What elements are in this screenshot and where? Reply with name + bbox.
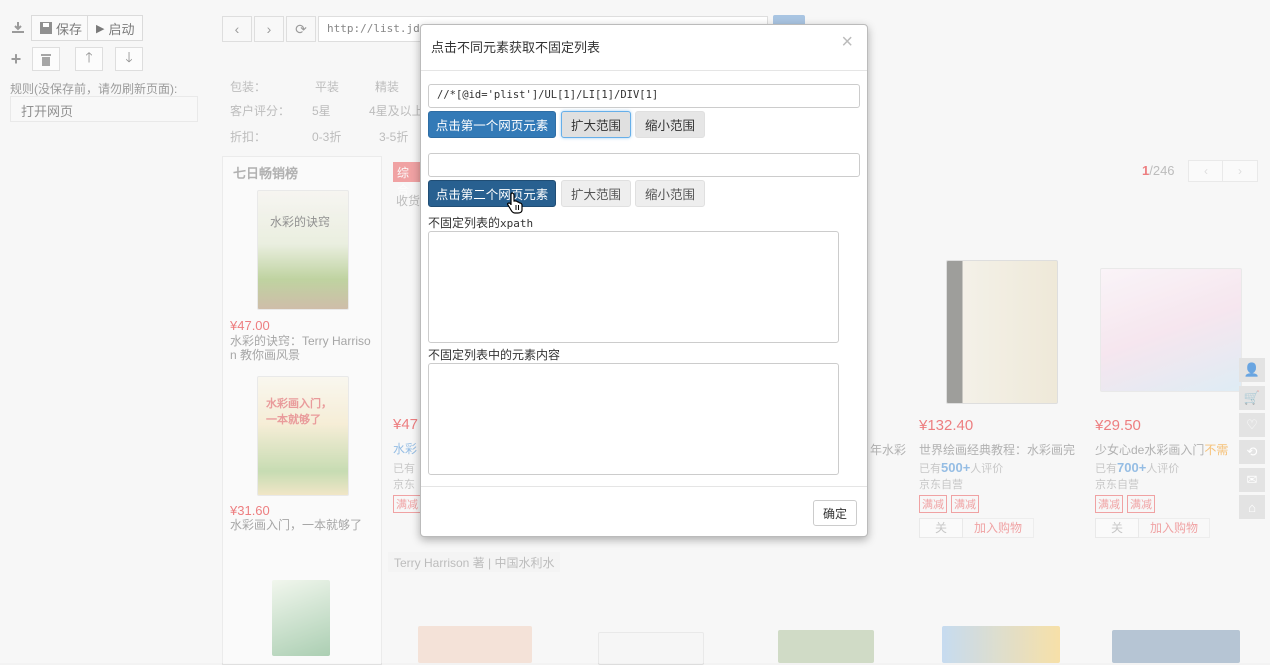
select-second-element-button[interactable]: 点击第二个网页元素 — [428, 180, 556, 207]
dialog-divider — [421, 70, 867, 71]
xpath1-input[interactable]: //*[@id='plist']/UL[1]/LI[1]/DIV[1] — [428, 84, 860, 108]
label-prefix: 不固定列表的 — [428, 216, 501, 230]
content-result-label: 不固定列表中的元素内容 — [428, 348, 561, 362]
label-mono: xpath — [500, 217, 534, 230]
close-icon[interactable]: × — [841, 31, 853, 54]
xpath-result-textarea[interactable] — [428, 231, 839, 343]
select-first-element-button[interactable]: 点击第一个网页元素 — [428, 111, 556, 138]
expand-range-button-1[interactable]: 扩大范围 — [561, 111, 631, 138]
dialog-title: 点击不同元素获取不固定列表 — [431, 40, 601, 55]
xpath2-input[interactable] — [428, 153, 860, 177]
shrink-range-button-1[interactable]: 缩小范围 — [635, 111, 705, 138]
dialog-footer-divider — [421, 486, 867, 487]
dialog: 点击不同元素获取不固定列表 × //*[@id='plist']/UL[1]/L… — [420, 24, 868, 537]
hand-cursor-icon — [506, 192, 525, 217]
confirm-button[interactable]: 确定 — [813, 500, 857, 526]
content-result-textarea[interactable] — [428, 363, 839, 475]
expand-range-button-2[interactable]: 扩大范围 — [561, 180, 631, 207]
shrink-range-button-2[interactable]: 缩小范围 — [635, 180, 705, 207]
